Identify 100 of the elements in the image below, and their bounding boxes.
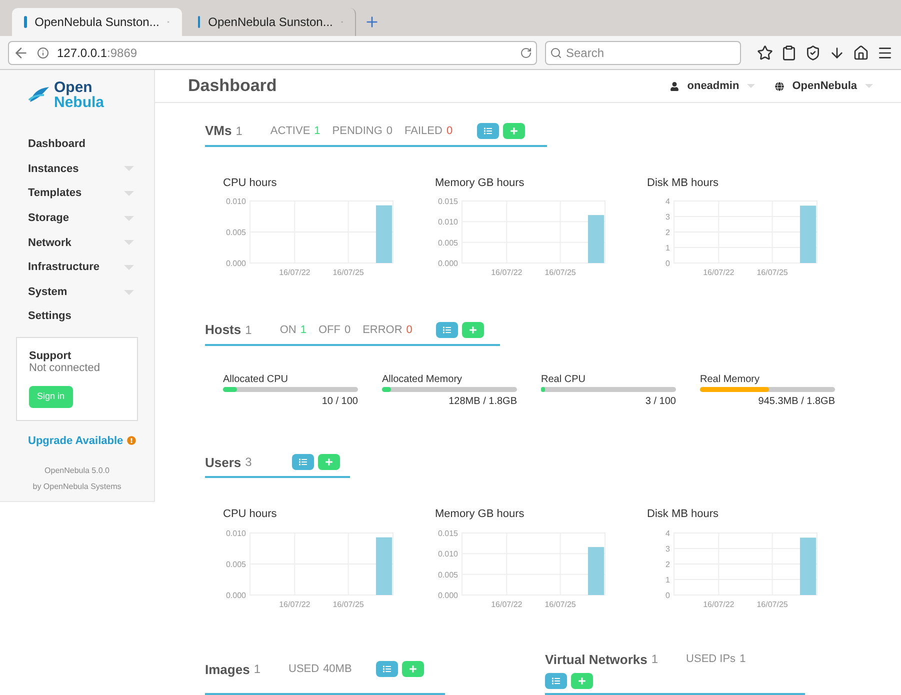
menu-icon[interactable] — [877, 44, 893, 60]
stat-label: USED — [288, 662, 320, 677]
list-button[interactable] — [545, 673, 567, 689]
logo-text: Nebula — [54, 95, 104, 110]
plus-icon — [510, 126, 518, 135]
x-tick-label: 16/07/25 — [756, 600, 788, 608]
y-tick-label: 0.005 — [438, 238, 458, 248]
list-button[interactable] — [436, 322, 458, 338]
sidebar-item[interactable]: Dashboard — [0, 132, 154, 157]
y-tick-label: 2 — [666, 560, 670, 568]
x-tick-label: 16/07/22 — [279, 600, 310, 608]
meter-reading: 10 / 100 — [322, 394, 358, 408]
sidebar-item[interactable]: System — [0, 280, 154, 304]
add-button[interactable] — [571, 673, 593, 689]
sidebar-item[interactable]: Storage — [0, 206, 154, 230]
add-button[interactable] — [502, 122, 525, 139]
chart-title: Memory GB hours — [435, 507, 526, 522]
list-icon — [443, 326, 452, 334]
list-icon — [484, 126, 492, 135]
zone-menu[interactable]: OpenNebula — [775, 78, 873, 94]
tab-title: OpenNebula Sunston... — [34, 14, 160, 31]
x-tick-label: 16/07/22 — [703, 268, 734, 277]
y-tick-label: 0.000 — [438, 259, 458, 268]
y-tick-label: 0.010 — [226, 528, 246, 538]
add-button[interactable] — [318, 454, 340, 470]
plus-icon — [469, 326, 478, 334]
sidebar-item[interactable]: Network — [0, 230, 154, 256]
section-title: Hosts — [205, 321, 242, 339]
section-count: 1 — [651, 651, 658, 668]
reload-icon[interactable] — [520, 46, 532, 58]
user-menu[interactable]: oneadmin — [670, 78, 756, 94]
url-host: 127.0.0.1 — [57, 44, 108, 62]
meter-reading: 128MB / 1.8GB — [448, 394, 517, 408]
clipboard-icon[interactable] — [781, 44, 797, 60]
x-tick-label: 16/07/22 — [491, 268, 522, 277]
y-tick-label: 1 — [666, 244, 670, 252]
warning-icon — [127, 436, 136, 446]
address-bar[interactable]: 127.0.0.1:9869 — [8, 40, 537, 64]
stat-label: OFF — [318, 322, 340, 338]
y-tick-label: 0.005 — [226, 560, 246, 568]
x-tick-label: 16/07/22 — [703, 600, 734, 608]
section-count: 1 — [245, 322, 252, 339]
y-tick-label: 0.010 — [226, 197, 246, 206]
support-status: Not connected — [29, 362, 100, 374]
stat-label: ACTIVE — [270, 124, 310, 138]
section-title: Images — [205, 660, 250, 679]
meter-label: Allocated CPU — [223, 372, 290, 386]
list-button[interactable] — [376, 661, 398, 678]
x-tick-label: 16/07/25 — [332, 600, 364, 608]
star-icon[interactable] — [757, 44, 773, 60]
sidebar-item[interactable]: Infrastructure — [0, 255, 154, 280]
logo-icon — [28, 86, 50, 104]
stat-value: 1 — [314, 124, 320, 138]
home-icon[interactable] — [853, 44, 869, 60]
section-count: 3 — [245, 454, 252, 472]
search-field[interactable]: Search — [545, 40, 741, 64]
y-tick-label: 0.010 — [438, 549, 458, 558]
list-button[interactable] — [292, 454, 314, 470]
y-tick-label: 3 — [666, 212, 670, 222]
stat-value: 1 — [740, 652, 746, 667]
chart-title: CPU hours — [223, 507, 278, 522]
sidebar-item[interactable]: Instances — [0, 156, 154, 182]
globe-icon — [775, 82, 784, 90]
y-tick-label: 0.005 — [226, 228, 246, 237]
stat-label: ON — [280, 322, 296, 338]
stat-label: ERROR — [362, 322, 402, 338]
x-tick-label: 16/07/25 — [332, 268, 364, 277]
list-icon — [382, 665, 391, 674]
back-icon[interactable] — [13, 44, 29, 60]
sidebar-item[interactable]: Templates — [0, 181, 154, 206]
y-tick-label: 0 — [666, 259, 670, 268]
stat-label: PENDING — [332, 124, 382, 138]
section-title: Users — [205, 454, 242, 472]
user-icon — [670, 82, 680, 90]
stat-value: 0 — [386, 124, 393, 138]
y-tick-label: 0 — [666, 590, 670, 600]
list-button[interactable] — [476, 122, 499, 139]
sidebar-item[interactable]: Settings — [0, 304, 154, 329]
stat-value: 0 — [406, 322, 412, 338]
chart-title: Memory GB hours — [435, 176, 526, 190]
shield-icon[interactable] — [805, 44, 821, 60]
info-icon[interactable] — [37, 46, 49, 58]
y-tick-label: 0.005 — [438, 570, 458, 579]
y-tick-label: 4 — [666, 528, 670, 538]
browser-tab[interactable]: OpenNebula Sunston... — [12, 8, 182, 36]
search-placeholder: Search — [566, 44, 604, 62]
y-tick-label: 2 — [666, 228, 670, 237]
chart-title: CPU hours — [223, 176, 278, 190]
y-tick-label: 0.010 — [438, 218, 458, 227]
chart-title: Disk MB hours — [647, 176, 720, 190]
stat-value: 1 — [300, 322, 306, 338]
list-icon — [552, 677, 560, 685]
stat-value: 0 — [344, 322, 351, 338]
y-tick-label: 0.015 — [438, 528, 458, 538]
plus-icon — [408, 665, 417, 674]
version-text: OpenNebula 5.0.0 — [44, 465, 110, 477]
add-button[interactable] — [402, 661, 424, 678]
download-icon[interactable] — [829, 44, 845, 60]
new-tab-icon[interactable] — [364, 14, 380, 30]
add-button[interactable] — [462, 322, 484, 338]
